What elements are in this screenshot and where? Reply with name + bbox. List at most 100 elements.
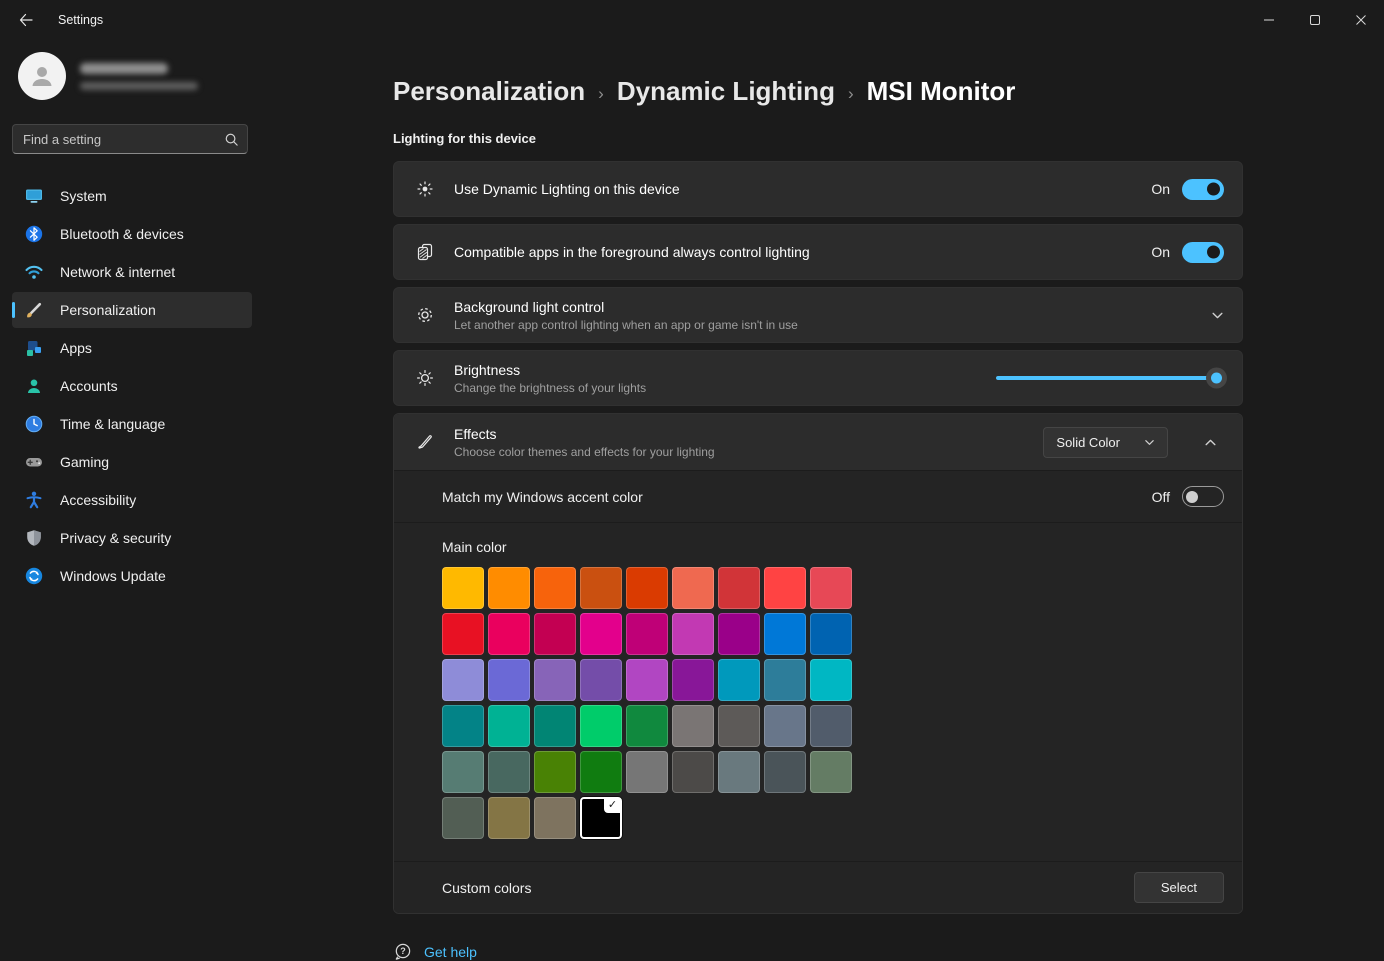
effects-dropdown[interactable]: Solid Color bbox=[1043, 427, 1168, 458]
color-swatch[interactable] bbox=[626, 705, 668, 747]
search-icon bbox=[224, 132, 239, 147]
sidebar-item-time-language[interactable]: Time & language bbox=[12, 406, 252, 442]
sidebar-item-bluetooth-devices[interactable]: Bluetooth & devices bbox=[12, 216, 252, 252]
card-compatible-apps: Compatible apps in the foreground always… bbox=[393, 224, 1243, 280]
sidebar-item-accessibility[interactable]: Accessibility bbox=[12, 482, 252, 518]
search-box[interactable] bbox=[12, 124, 248, 154]
breadcrumb-personalization[interactable]: Personalization bbox=[393, 76, 585, 107]
chevron-down-icon[interactable] bbox=[1211, 309, 1224, 322]
color-swatch[interactable] bbox=[626, 751, 668, 793]
color-swatch[interactable] bbox=[810, 567, 852, 609]
get-help-link[interactable]: Get help bbox=[424, 944, 477, 960]
card-title: Brightness bbox=[454, 362, 996, 378]
section-label: Lighting for this device bbox=[393, 131, 1384, 146]
brightness-icon bbox=[408, 368, 442, 388]
effects-collapse-button[interactable] bbox=[1196, 428, 1224, 456]
color-swatch[interactable] bbox=[810, 751, 852, 793]
color-swatch-selected[interactable]: ✓ bbox=[580, 797, 622, 839]
color-swatch[interactable] bbox=[672, 613, 714, 655]
color-swatch[interactable] bbox=[672, 751, 714, 793]
sidebar-item-label: System bbox=[60, 188, 107, 204]
breadcrumb-dynamic-lighting[interactable]: Dynamic Lighting bbox=[617, 76, 835, 107]
sidebar-item-network-internet[interactable]: Network & internet bbox=[12, 254, 252, 290]
color-swatch[interactable] bbox=[580, 567, 622, 609]
color-swatch[interactable] bbox=[718, 613, 760, 655]
color-swatch[interactable] bbox=[764, 705, 806, 747]
color-swatch[interactable] bbox=[534, 659, 576, 701]
card-background-light-control[interactable]: Background light control Let another app… bbox=[393, 287, 1243, 343]
sidebar-item-privacy-security[interactable]: Privacy & security bbox=[12, 520, 252, 556]
color-swatch[interactable] bbox=[626, 659, 668, 701]
color-swatch[interactable] bbox=[672, 659, 714, 701]
color-swatch[interactable] bbox=[488, 567, 530, 609]
user-name-blurred bbox=[80, 63, 198, 90]
apps-icon bbox=[24, 338, 44, 358]
sidebar-item-system[interactable]: System bbox=[12, 178, 252, 214]
color-swatch[interactable] bbox=[442, 705, 484, 747]
color-swatch[interactable] bbox=[534, 751, 576, 793]
sidebar-item-apps[interactable]: Apps bbox=[12, 330, 252, 366]
main-color-grid: ✓ bbox=[442, 567, 852, 839]
color-swatch[interactable] bbox=[672, 567, 714, 609]
sidebar-item-personalization[interactable]: Personalization bbox=[12, 292, 252, 328]
compatible-apps-toggle[interactable] bbox=[1182, 242, 1224, 263]
brush-icon bbox=[24, 300, 44, 320]
color-swatch[interactable] bbox=[442, 797, 484, 839]
color-swatch[interactable] bbox=[580, 613, 622, 655]
color-swatch[interactable] bbox=[442, 613, 484, 655]
sidebar-item-accounts[interactable]: Accounts bbox=[12, 368, 252, 404]
check-icon: ✓ bbox=[604, 798, 621, 813]
color-swatch[interactable] bbox=[718, 705, 760, 747]
color-swatch[interactable] bbox=[580, 705, 622, 747]
color-swatch[interactable] bbox=[534, 797, 576, 839]
color-swatch[interactable] bbox=[764, 613, 806, 655]
color-swatch[interactable] bbox=[810, 659, 852, 701]
color-swatch[interactable] bbox=[764, 751, 806, 793]
sidebar-item-windows-update[interactable]: Windows Update bbox=[12, 558, 252, 594]
color-swatch[interactable] bbox=[488, 751, 530, 793]
card-title: Background light control bbox=[454, 299, 1211, 315]
color-swatch[interactable] bbox=[810, 613, 852, 655]
custom-colors-select-button[interactable]: Select bbox=[1134, 872, 1224, 903]
search-input[interactable] bbox=[23, 132, 224, 147]
color-swatch[interactable] bbox=[534, 613, 576, 655]
color-swatch[interactable] bbox=[442, 567, 484, 609]
sidebar-item-gaming[interactable]: Gaming bbox=[12, 444, 252, 480]
color-swatch[interactable] bbox=[718, 659, 760, 701]
foreground-apps-icon bbox=[408, 242, 442, 262]
color-swatch[interactable] bbox=[442, 751, 484, 793]
color-swatch[interactable] bbox=[580, 751, 622, 793]
color-swatch[interactable] bbox=[488, 659, 530, 701]
dynamic-lighting-toggle[interactable] bbox=[1182, 179, 1224, 200]
match-accent-label: Match my Windows accent color bbox=[442, 489, 1152, 505]
color-swatch[interactable] bbox=[488, 797, 530, 839]
back-button[interactable] bbox=[6, 2, 46, 38]
color-swatch[interactable] bbox=[442, 659, 484, 701]
color-swatch[interactable] bbox=[672, 705, 714, 747]
custom-colors-label: Custom colors bbox=[442, 880, 1134, 896]
slider-thumb[interactable] bbox=[1206, 368, 1227, 389]
color-swatch[interactable] bbox=[488, 705, 530, 747]
chevron-up-icon bbox=[1204, 436, 1217, 449]
settings-cards: Use Dynamic Lighting on this device On bbox=[393, 161, 1243, 914]
color-swatch[interactable] bbox=[626, 613, 668, 655]
brightness-slider[interactable] bbox=[996, 368, 1224, 388]
match-accent-toggle[interactable] bbox=[1182, 486, 1224, 507]
close-button[interactable] bbox=[1338, 0, 1384, 40]
minimize-button[interactable] bbox=[1246, 0, 1292, 40]
color-swatch[interactable] bbox=[534, 705, 576, 747]
user-profile[interactable] bbox=[18, 52, 264, 100]
color-swatch[interactable] bbox=[718, 567, 760, 609]
color-swatch[interactable] bbox=[764, 567, 806, 609]
maximize-button[interactable] bbox=[1292, 0, 1338, 40]
color-swatch[interactable] bbox=[534, 567, 576, 609]
color-swatch[interactable] bbox=[718, 751, 760, 793]
maximize-icon bbox=[1309, 14, 1321, 26]
color-swatch[interactable] bbox=[810, 705, 852, 747]
color-swatch[interactable] bbox=[764, 659, 806, 701]
color-swatch[interactable] bbox=[580, 659, 622, 701]
color-swatch[interactable] bbox=[488, 613, 530, 655]
color-swatch[interactable] bbox=[626, 567, 668, 609]
get-help-row: ? Get help bbox=[393, 942, 1384, 961]
card-effects[interactable]: Effects Choose color themes and effects … bbox=[394, 414, 1242, 470]
